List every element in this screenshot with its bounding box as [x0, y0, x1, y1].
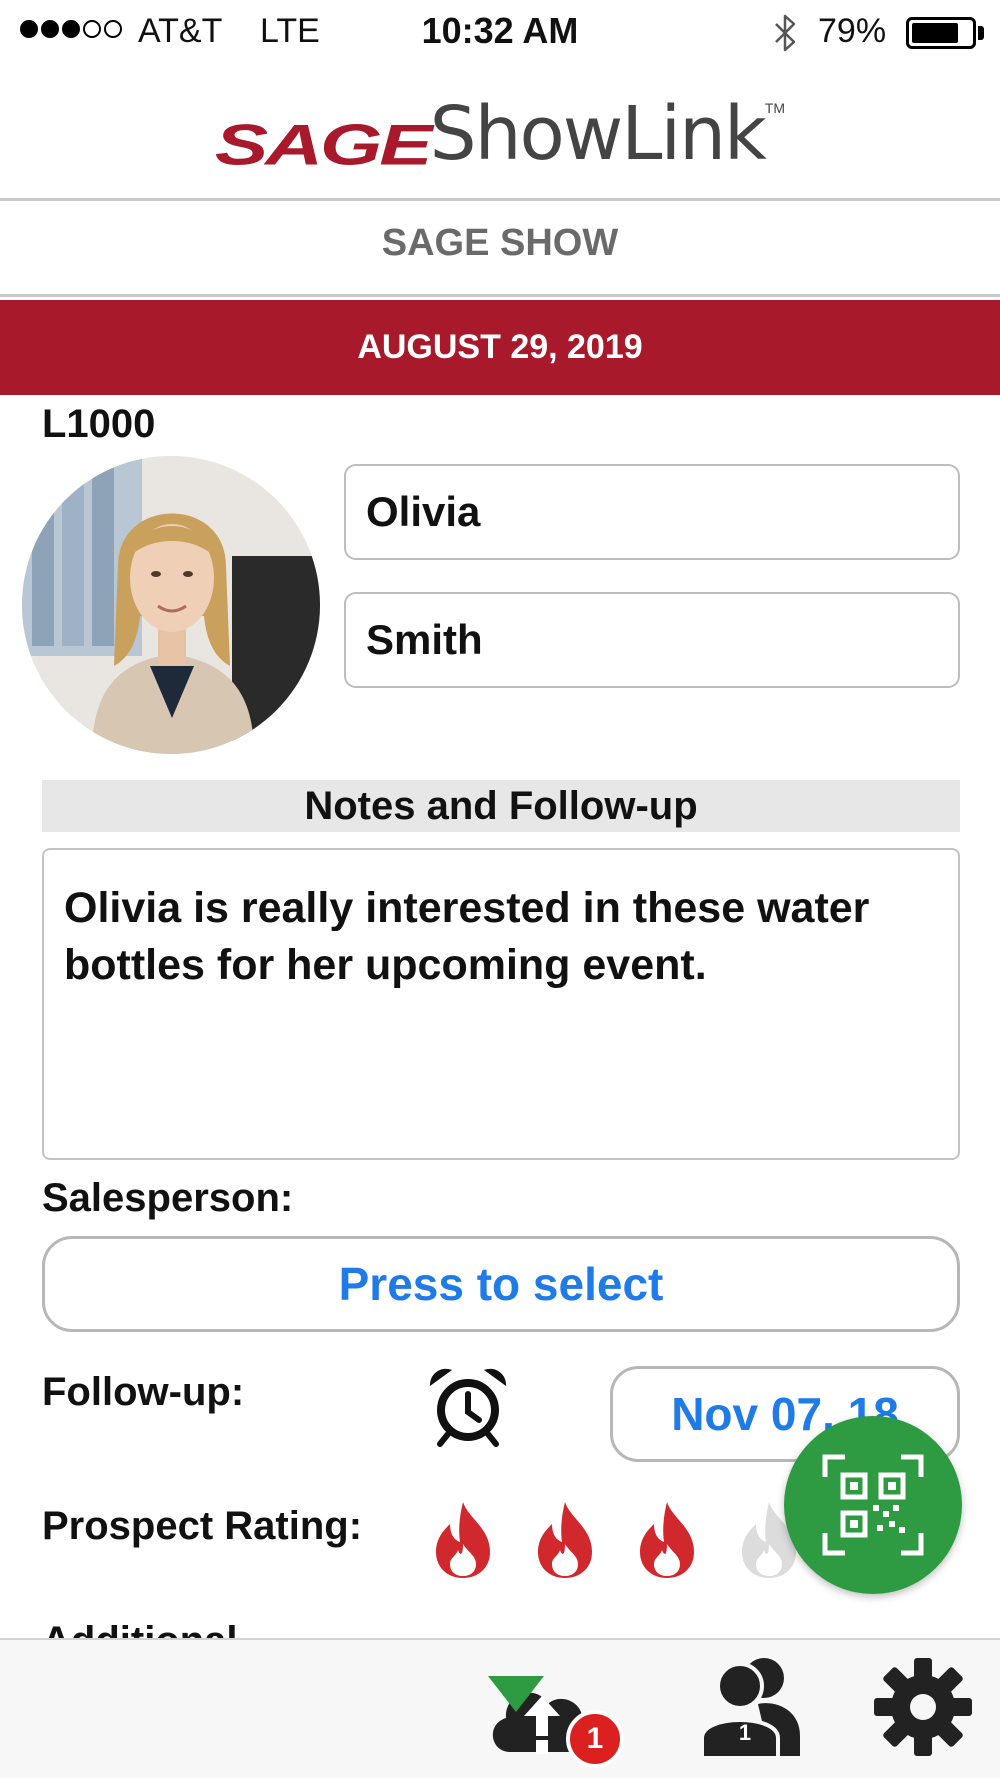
qr-scan-icon [822, 1454, 924, 1556]
lead-photo-image [22, 456, 320, 754]
bottom-toolbar: 1 1 [0, 1638, 1000, 1778]
notes-section-header: Notes and Follow-up [42, 780, 960, 832]
flame-rating-icon-active[interactable] [532, 1500, 598, 1580]
last-name-field[interactable] [344, 592, 960, 688]
logo-showlink-text: ShowLink [429, 91, 767, 177]
bluetooth-icon [775, 14, 796, 52]
scan-badge-button[interactable] [784, 1416, 962, 1594]
app-logo: SAGEShowLinkTM [0, 86, 1000, 178]
lead-id: L1000 [42, 402, 156, 446]
show-name: SAGE SHOW [381, 222, 619, 264]
header-divider [0, 198, 1000, 201]
status-bar: AT&T LTE 10:32 AM 79% [0, 0, 1000, 66]
salesperson-label: Salesperson: [42, 1176, 294, 1220]
sync-pending-badge: 1 [566, 1710, 624, 1768]
prospect-rating-label: Prospect Rating: [42, 1504, 363, 1548]
flame-rating-icon-active[interactable] [634, 1500, 700, 1580]
flame-rating-icon-active[interactable] [430, 1500, 496, 1580]
notes-textarea[interactable] [42, 848, 960, 1160]
battery-percent: 79% [818, 12, 887, 50]
additional-section-label: Additional [42, 1614, 238, 1638]
show-date-banner: AUGUST 29, 2019 [0, 300, 1000, 395]
followup-label: Follow-up: [42, 1370, 245, 1414]
battery-icon [906, 17, 976, 49]
lead-photo[interactable] [22, 456, 320, 754]
leads-count-badge: 1 [738, 1720, 752, 1745]
first-name-field[interactable] [344, 464, 960, 560]
show-divider [0, 294, 1000, 297]
logo-sage-text: SAGE [214, 112, 433, 177]
alarm-clock-icon[interactable] [426, 1364, 510, 1448]
salesperson-select-button[interactable]: Press to select [42, 1236, 960, 1332]
logo-trademark: TM [764, 100, 786, 116]
battery-tip [978, 26, 984, 40]
settings-gear-icon[interactable] [872, 1656, 974, 1758]
